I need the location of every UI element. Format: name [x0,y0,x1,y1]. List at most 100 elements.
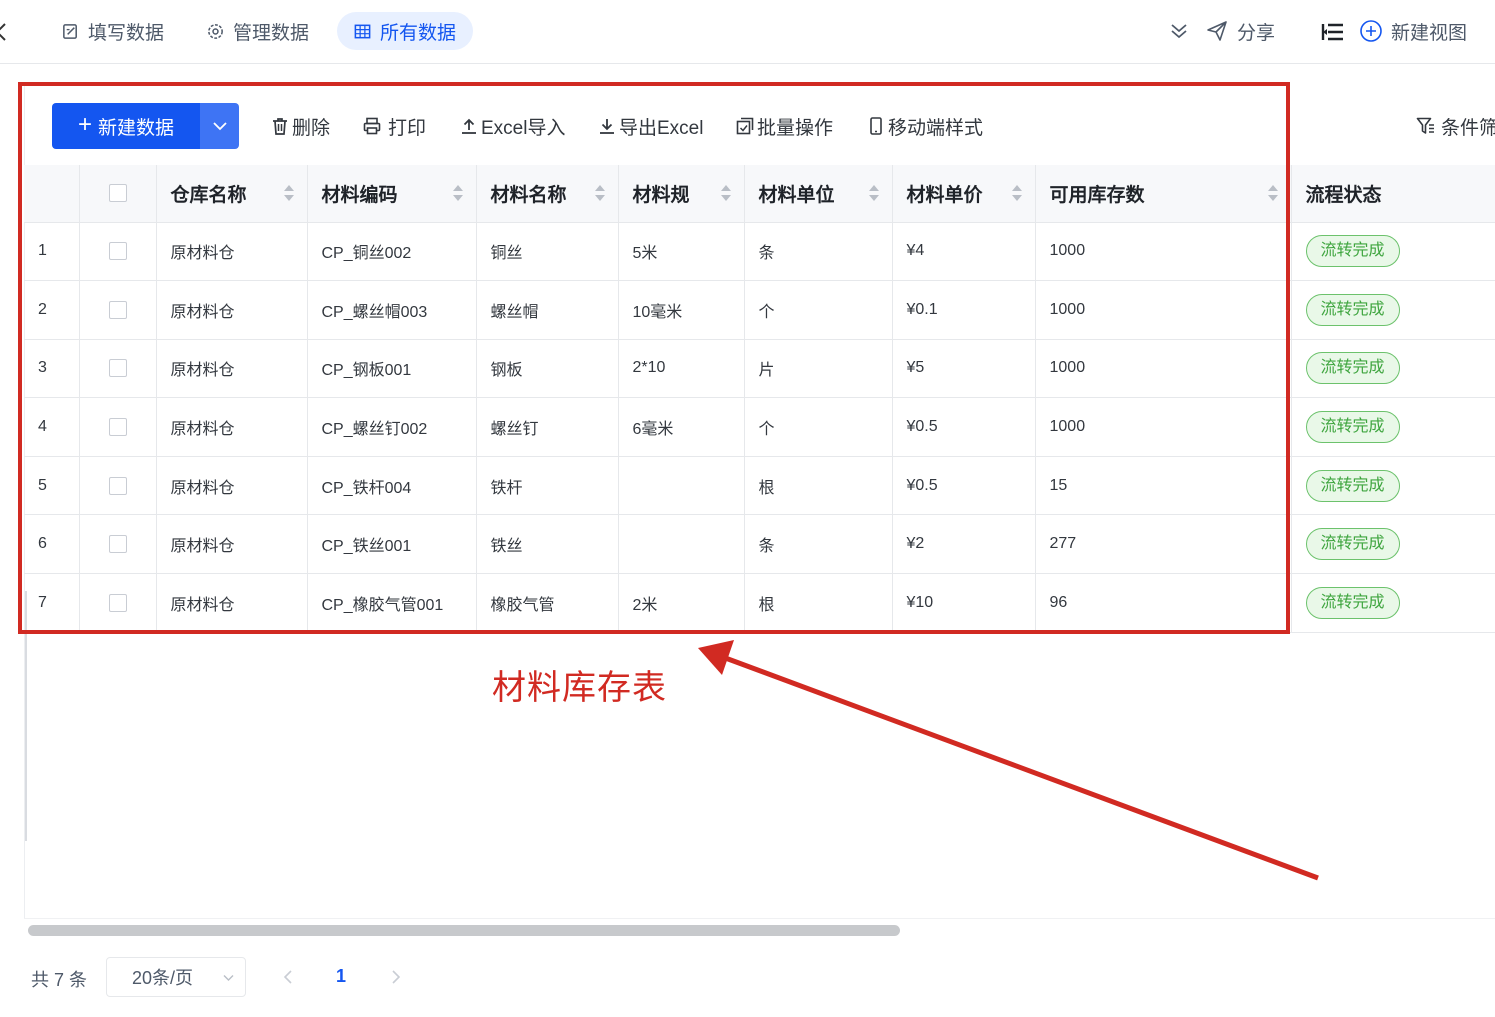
mobile-style-button[interactable]: 移动端样式 [866,113,983,139]
delete-button[interactable]: 删除 [270,113,330,139]
index-header [24,165,80,223]
table-body: 1 原材料仓 CP_铜丝002 铜丝 5米条 ¥4 1000 流转完成 2 原材料仓 CP_螺丝帽0… [24,222,1495,633]
page-size-select[interactable]: 20条/页 [106,957,246,997]
row-checkbox[interactable] [108,300,127,319]
edit-form-icon [63,23,77,39]
new-data-label: 新建数据 [98,117,175,139]
column-label: 材料单位 [758,184,835,206]
cell-status: 流转完成 [1291,456,1495,516]
excel-import-label: Excel导入 [481,117,566,139]
cell-warehouse: 原材料仓 [156,573,308,633]
tab-all-data[interactable]: 所有数据 [337,12,473,50]
column-header-code[interactable]: 材料编码 [307,165,477,223]
row-checkbox[interactable] [108,417,127,436]
share-button[interactable]: 分享 [1205,12,1275,50]
cell-status: 流转完成 [1291,514,1495,575]
column-header-name[interactable]: 材料名称 [476,165,619,223]
table-row[interactable]: 6 原材料仓 CP_铁丝001 铁丝 条 ¥2 277 流转完成 [24,514,1495,575]
new-data-dropdown-button[interactable] [200,103,239,149]
cell-price: ¥5 [892,339,1036,399]
row-index: 3 [24,339,80,399]
column-header-spec[interactable]: 材料规 [618,165,745,223]
cell-stock: 96 [1035,573,1292,633]
tab-label: 填写数据 [88,22,165,44]
sort-icon[interactable] [1011,184,1023,202]
top-nav-bar: 填写数据 管理数据 所有数据 分享 新建视图 [0,0,1495,64]
table-row[interactable]: 1 原材料仓 CP_铜丝002 铜丝 5米条 ¥4 1000 流转完成 [24,222,1495,282]
batch-edit-icon [736,117,754,135]
print-button[interactable]: 打印 [362,113,426,139]
list-view-icon[interactable] [1321,21,1345,43]
new-data-button[interactable]: + 新建数据 [52,103,200,149]
row-select-cell [79,456,157,516]
cell-name: 钢板 [476,339,619,399]
row-index: 6 [24,514,80,575]
select-all-checkbox[interactable] [108,184,127,203]
cell-stock: 1000 [1035,339,1292,399]
row-checkbox[interactable] [108,359,127,378]
horizontal-scrollbar-thumb[interactable] [28,925,900,936]
batch-operation-label: 批量操作 [757,117,834,139]
cell-unit: 个 [744,397,893,457]
cell-status: 流转完成 [1291,339,1495,399]
cell-price: ¥4 [892,222,1036,282]
table-row[interactable]: 2 原材料仓 CP_螺丝帽003 螺丝帽 10毫米个 ¥0.1 1000 流转完成 [24,280,1495,340]
row-checkbox[interactable] [108,242,127,261]
chevron-down-icon [223,975,234,981]
cell-stock: 1000 [1035,222,1292,282]
column-header-warehouse[interactable]: 仓库名称 [156,165,308,223]
sort-icon[interactable] [868,184,880,202]
export-excel-button[interactable]: 导出Excel [597,113,703,139]
inventory-table: 仓库名称 材料编码 材料名称 材料规 材料单位 材料单价 可用库存数 流程状态 … [24,165,1495,633]
cell-status: 流转完成 [1291,280,1495,340]
column-header-status[interactable]: 流程状态 [1291,165,1495,223]
column-label: 材料规 [632,184,690,206]
cell-code: CP_铁杆004 [307,456,477,516]
cell-stock: 1000 [1035,280,1292,340]
row-index: 2 [24,280,80,340]
sort-icon[interactable] [594,184,606,202]
prev-page-button[interactable] [280,966,296,988]
gear-icon [208,23,223,39]
status-badge: 流转完成 [1305,528,1400,561]
new-view-button[interactable]: 新建视图 [1359,12,1467,50]
table-row[interactable]: 5 原材料仓 CP_铁杆004 铁杆 根 ¥0.5 15 流转完成 [24,456,1495,516]
back-chevron-icon[interactable] [0,22,8,42]
table-toolbar: + 新建数据 [52,103,239,149]
share-label: 分享 [1237,22,1276,44]
tab-fill-data[interactable]: 填写数据 [45,12,180,50]
cell-status: 流转完成 [1291,573,1495,633]
sort-icon[interactable] [720,184,732,202]
sort-icon[interactable] [1267,184,1279,202]
condition-filter-button[interactable]: 条件筛 [1415,113,1495,139]
table-row[interactable]: 3 原材料仓 CP_钢板001 钢板 2*10 片 ¥5 1000 流转完成 [24,339,1495,399]
table-row[interactable]: 7 原材料仓 CP_橡胶气管001 橡胶气管 2米根 ¥10 96 流转完成 [24,573,1495,633]
next-page-button[interactable] [388,966,404,988]
sort-icon[interactable] [452,184,464,202]
cell-status: 流转完成 [1291,397,1495,457]
column-header-stock[interactable]: 可用库存数 [1035,165,1292,223]
excel-import-button[interactable]: Excel导入 [459,113,565,139]
sort-icon[interactable] [283,184,295,202]
double-chevron-down-icon[interactable] [1168,20,1190,42]
cell-code: CP_螺丝钉002 [307,397,477,457]
batch-operation-button[interactable]: 批量操作 [735,113,833,139]
cell-warehouse: 原材料仓 [156,339,308,399]
cell-name: 螺丝钉 [476,397,619,457]
cell-warehouse: 原材料仓 [156,514,308,575]
cell-price: ¥2 [892,514,1036,575]
filter-icon [1416,117,1434,134]
row-checkbox[interactable] [108,535,127,554]
row-checkbox[interactable] [108,593,127,612]
annotation-label: 材料库存表 [492,669,667,707]
cell-spec: 2米 [618,573,745,633]
column-header-price[interactable]: 材料单价 [892,165,1036,223]
row-checkbox[interactable] [108,476,127,495]
column-header-unit[interactable]: 材料单位 [744,165,893,223]
cell-warehouse: 原材料仓 [156,280,308,340]
tab-manage-data[interactable]: 管理数据 [190,12,325,50]
table-row[interactable]: 4 原材料仓 CP_螺丝钉002 螺丝钉 6毫米个 ¥0.5 1000 流转完成 [24,397,1495,457]
page-number-current[interactable]: 1 [336,966,346,987]
row-index: 4 [24,397,80,457]
status-badge: 流转完成 [1305,235,1400,268]
